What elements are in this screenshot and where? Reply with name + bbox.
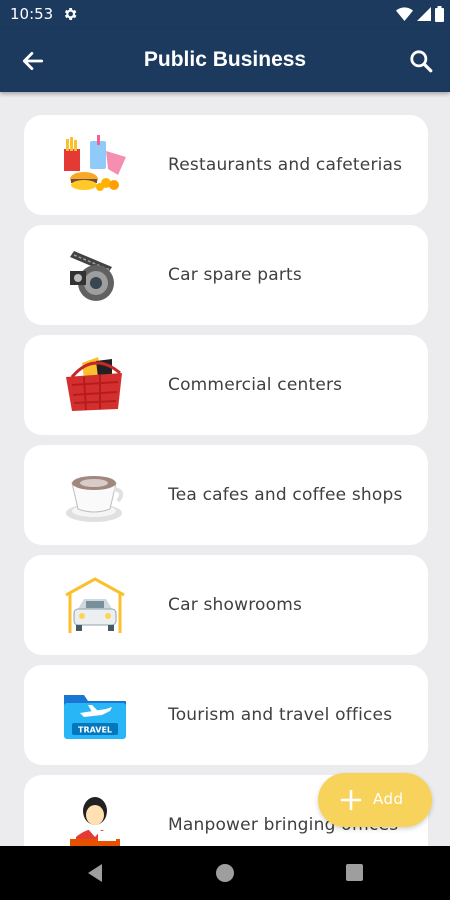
list-item[interactable]: Commercial centers — [24, 335, 428, 435]
list-item-label: Car showrooms — [168, 595, 303, 615]
nav-back-icon[interactable] — [86, 863, 104, 883]
system-nav-bar — [0, 846, 450, 900]
nav-recents-icon[interactable] — [346, 864, 363, 881]
fast-food-icon — [64, 135, 126, 191]
nav-home-icon[interactable] — [216, 864, 234, 882]
travel-folder-icon: TRAVEL — [64, 695, 126, 739]
status-time: 10:53 — [10, 5, 54, 23]
list-item-label: Tea cafes and coffee shops — [168, 485, 403, 505]
status-bar: 10:53 — [0, 0, 450, 29]
search-icon[interactable] — [408, 48, 434, 74]
app-bar: Public Business — [0, 29, 450, 92]
list-item[interactable]: Restaurants and cafeterias — [24, 115, 428, 215]
car-parts-icon — [70, 251, 114, 301]
page-title: Public Business — [143, 48, 307, 71]
car-showroom-icon — [65, 577, 125, 633]
shopping-basket-icon — [66, 357, 122, 411]
travel-folder-text: TRAVEL — [78, 726, 112, 735]
battery-icon — [435, 6, 444, 22]
add-button[interactable]: Add — [318, 773, 432, 827]
list-item-label: Restaurants and cafeterias — [168, 155, 403, 175]
category-list: Restaurants and cafeterias Car spare par… — [24, 115, 428, 885]
list-item[interactable]: Tea cafes and coffee shops — [24, 445, 428, 545]
wifi-icon — [396, 7, 413, 21]
list-item[interactable]: Car showrooms — [24, 555, 428, 655]
list-item-label: Tourism and travel offices — [168, 705, 393, 725]
plus-icon — [340, 789, 362, 811]
list-item[interactable]: TRAVEL Tourism and travel offices — [24, 665, 428, 765]
list-item[interactable]: Car spare parts — [24, 225, 428, 325]
list-item-label: Car spare parts — [168, 265, 302, 285]
status-icons — [396, 6, 444, 22]
gear-icon — [64, 8, 77, 20]
coffee-cup-icon — [66, 476, 124, 522]
signal-icon — [417, 7, 431, 21]
list-item-label: Commercial centers — [168, 375, 343, 395]
add-button-label: Add — [373, 790, 404, 808]
